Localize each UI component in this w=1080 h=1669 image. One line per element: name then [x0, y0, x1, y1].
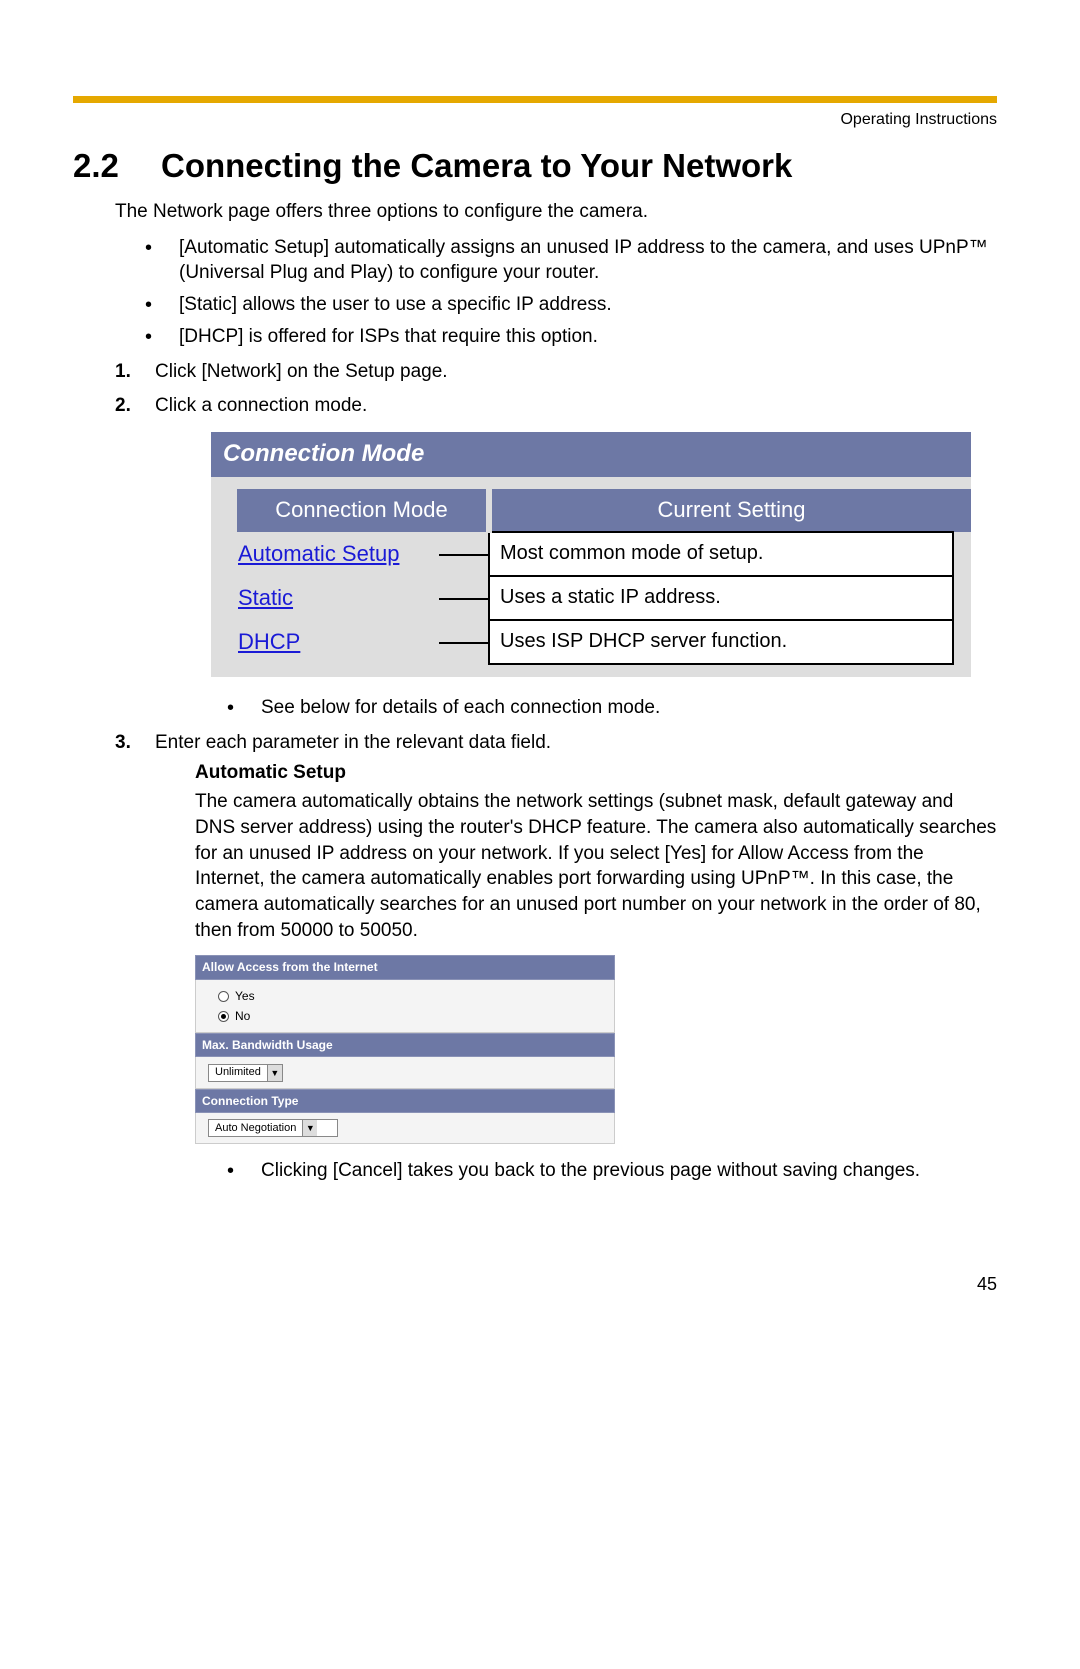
step-2-text: Click a connection mode. — [155, 395, 367, 416]
callout-static: Uses a static IP address. — [489, 576, 953, 620]
chevron-down-icon: ▼ — [267, 1065, 282, 1081]
step-2: Click a connection mode. Connection Mode… — [115, 393, 997, 720]
step-1: Click [Network] on the Setup page. — [115, 359, 997, 385]
allow-access-header: Allow Access from the Internet — [195, 955, 615, 979]
options-list: [Automatic Setup] automatically assigns … — [133, 235, 997, 350]
settings-figure: Allow Access from the Internet Yes No Ma… — [195, 955, 615, 1144]
connection-type-header: Connection Type — [195, 1089, 615, 1113]
running-header: Operating Instructions — [73, 111, 997, 129]
link-static[interactable]: Static — [238, 585, 293, 610]
leader-line — [443, 620, 489, 664]
step2-notes: See below for details of each connection… — [215, 695, 997, 721]
connection-mode-title: Connection Mode — [211, 432, 971, 476]
chevron-down-icon: ▼ — [302, 1120, 317, 1136]
bandwidth-value: Unlimited — [209, 1065, 267, 1080]
section-title-text: Connecting the Camera to Your Network — [161, 147, 792, 184]
radio-no[interactable] — [218, 1011, 229, 1022]
option-item: [DHCP] is offered for ISPs that require … — [133, 324, 997, 350]
section-heading: 2.2Connecting the Camera to Your Network — [73, 147, 997, 185]
link-automatic-setup[interactable]: Automatic Setup — [238, 541, 399, 566]
conn-col-current: Current Setting — [489, 489, 971, 532]
conn-col-mode: Connection Mode — [237, 489, 489, 532]
step2-note: See below for details of each connection… — [215, 695, 997, 721]
callout-automatic: Most common mode of setup. — [489, 532, 953, 576]
top-rule — [73, 96, 997, 103]
automatic-setup-heading: Automatic Setup — [195, 760, 997, 786]
leader-line — [443, 576, 489, 620]
radio-yes[interactable] — [218, 991, 229, 1002]
callout-dhcp: Uses ISP DHCP server function. — [489, 620, 953, 664]
radio-yes-label: Yes — [235, 989, 255, 1003]
step-3: Enter each parameter in the relevant dat… — [115, 730, 997, 1184]
link-dhcp[interactable]: DHCP — [238, 629, 300, 654]
connection-type-dropdown[interactable]: Auto Negotiation ▼ — [208, 1119, 338, 1137]
automatic-setup-paragraph: The camera automatically obtains the net… — [195, 789, 997, 943]
cancel-note: Clicking [Cancel] takes you back to the … — [215, 1158, 997, 1184]
step-3-text: Enter each parameter in the relevant dat… — [155, 732, 551, 753]
leader-line — [443, 532, 489, 576]
steps-list: Click [Network] on the Setup page. Click… — [115, 359, 997, 1184]
option-item: [Static] allows the user to use a specif… — [133, 292, 997, 318]
radio-no-label: No — [235, 1009, 250, 1023]
intro-paragraph: The Network page offers three options to… — [115, 199, 997, 225]
option-item: [Automatic Setup] automatically assigns … — [133, 235, 997, 286]
cancel-notes: Clicking [Cancel] takes you back to the … — [215, 1158, 997, 1184]
max-bandwidth-header: Max. Bandwidth Usage — [195, 1033, 615, 1057]
connection-mode-figure: Connection Mode Connection Mode Current … — [211, 432, 971, 676]
bandwidth-dropdown[interactable]: Unlimited ▼ — [208, 1064, 283, 1082]
section-number: 2.2 — [73, 147, 161, 185]
connection-type-value: Auto Negotiation — [209, 1121, 302, 1136]
page-number: 45 — [73, 1274, 997, 1295]
